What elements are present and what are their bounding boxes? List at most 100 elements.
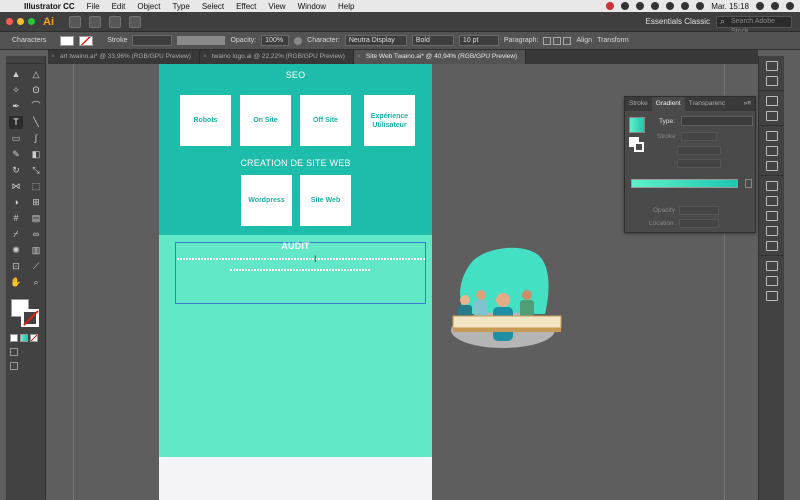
blend-tool-icon[interactable]: ∞ <box>29 228 43 241</box>
eraser-tool-icon[interactable]: ◧ <box>29 148 43 161</box>
links-icon[interactable] <box>765 291 778 301</box>
font-family-field[interactable]: Neutra Display <box>344 35 407 46</box>
opacity-label[interactable]: Opacity: <box>230 37 256 44</box>
artboards-icon[interactable] <box>765 276 778 286</box>
color-panel-icon[interactable] <box>765 61 778 71</box>
clock[interactable]: Mar. 15:18 <box>711 2 749 11</box>
meeting-illustration[interactable] <box>445 244 565 354</box>
character-label[interactable]: Character: <box>307 37 340 44</box>
stroke-swatch[interactable] <box>79 35 94 46</box>
stock-search-input[interactable]: Search Adobe Stock <box>716 15 792 35</box>
shape-builder-tool-icon[interactable]: ◑ <box>9 196 23 209</box>
stroke-weight-field[interactable] <box>132 35 173 46</box>
lasso-tool-icon[interactable]: ʘ <box>29 84 43 97</box>
width-tool-icon[interactable]: ⋈ <box>9 180 23 193</box>
artboard-tool-icon[interactable]: ⊡ <box>9 260 23 273</box>
swatches-icon[interactable] <box>765 131 778 141</box>
direct-selection-tool-icon[interactable]: △ <box>29 68 43 81</box>
libraries-icon[interactable] <box>765 111 778 121</box>
creative-cloud-icon[interactable] <box>621 2 630 10</box>
minimize-window-button[interactable] <box>17 18 24 25</box>
paintbrush-tool-icon[interactable]: ∫ <box>29 132 43 145</box>
gradient-panel-icon[interactable] <box>765 196 778 206</box>
web-card-site-web[interactable]: Site Web <box>300 175 351 226</box>
pen-tool-icon[interactable]: ✒ <box>9 100 23 113</box>
color-mode-icon[interactable] <box>10 334 18 342</box>
paragraph-label[interactable]: Paragraph: <box>504 37 539 44</box>
screen-mode-icon[interactable] <box>10 362 18 370</box>
recolor-artwork-icon[interactable] <box>294 36 303 45</box>
battery-icon[interactable] <box>681 2 690 10</box>
menu-window[interactable]: Window <box>292 2 332 11</box>
align-left-icon[interactable] <box>543 36 552 45</box>
panel-menu-icon[interactable]: »≡ <box>744 97 755 111</box>
document-tab[interactable]: × art twaino.ai* @ 33,96% (RGB/GPU Previ… <box>48 50 200 64</box>
panel-grip[interactable] <box>6 56 45 64</box>
properties-icon[interactable] <box>765 96 778 106</box>
fill-stroke-indicator[interactable] <box>9 299 43 331</box>
close-window-button[interactable] <box>6 18 13 25</box>
fill-stroke-icon[interactable] <box>629 137 645 153</box>
eyedropper-tool-icon[interactable]: ⌿ <box>9 228 23 241</box>
maximize-window-button[interactable] <box>28 18 35 25</box>
align-center-icon[interactable] <box>553 36 562 45</box>
font-size-field[interactable]: 10 pt <box>458 35 499 46</box>
symbol-sprayer-tool-icon[interactable]: ✺ <box>9 244 23 257</box>
type-tool-icon[interactable]: T <box>9 116 23 129</box>
shaper-tool-icon[interactable]: ✎ <box>9 148 23 161</box>
scale-tool-icon[interactable]: ⤡ <box>29 164 43 177</box>
color-guide-icon[interactable] <box>765 76 778 86</box>
tab-gradient[interactable]: Gradient <box>651 97 685 111</box>
stroke-swatch-icon[interactable] <box>21 309 39 327</box>
gradient-mode-icon[interactable] <box>20 334 28 342</box>
stock-icon[interactable] <box>89 15 101 28</box>
menu-file[interactable]: File <box>81 2 106 11</box>
seo-card-robots[interactable]: Robots <box>180 95 231 146</box>
font-style-field[interactable]: Bold <box>411 35 454 46</box>
transform-panel-link[interactable]: Transform <box>597 37 629 44</box>
gradient-type-select[interactable] <box>681 116 753 126</box>
document-tab[interactable]: × twaino logo.ai @ 22,22% (RGB/GPU Previ… <box>200 50 354 64</box>
stroke-label[interactable]: Stroke <box>107 37 127 44</box>
search-icon[interactable] <box>756 2 764 10</box>
opacity-field[interactable]: 100% <box>261 35 290 46</box>
flag-icon[interactable] <box>696 2 705 10</box>
draw-normal-icon[interactable] <box>10 348 18 356</box>
graphic-styles-icon[interactable] <box>765 241 778 251</box>
menu-edit[interactable]: Edit <box>106 2 132 11</box>
seo-card-on-site[interactable]: On Site <box>240 95 291 146</box>
opacity-field[interactable] <box>679 206 719 215</box>
bridge-icon[interactable] <box>69 15 81 28</box>
magic-wand-tool-icon[interactable]: ✧ <box>9 84 23 97</box>
gradient-slider[interactable] <box>631 179 738 188</box>
seo-card-off-site[interactable]: Off Site <box>300 95 351 146</box>
menu-type[interactable]: Type <box>166 2 195 11</box>
app-menu[interactable]: Illustrator CC <box>18 2 81 11</box>
volume-icon[interactable] <box>666 2 675 10</box>
free-transform-tool-icon[interactable]: ⬚ <box>29 180 43 193</box>
tab-stroke[interactable]: Stroke <box>625 97 652 111</box>
arrange-documents-icon[interactable] <box>109 15 121 28</box>
variable-width-profile[interactable] <box>177 36 226 45</box>
slice-tool-icon[interactable]: ⟋ <box>29 260 43 273</box>
menu-object[interactable]: Object <box>131 2 166 11</box>
none-mode-icon[interactable] <box>30 334 38 342</box>
menu-help[interactable]: Help <box>332 2 360 11</box>
perspective-grid-tool-icon[interactable]: ⊞ <box>29 196 43 209</box>
line-tool-icon[interactable]: ╲ <box>29 116 43 129</box>
gpu-performance-icon[interactable] <box>129 15 141 28</box>
appearance-panel-icon[interactable] <box>765 226 778 236</box>
seo-band[interactable] <box>159 64 432 235</box>
document-tab-active[interactable]: × Site Web Twaino.ai* @ 40,94% (RGB/GPU … <box>353 50 527 64</box>
brushes-icon[interactable] <box>765 146 778 156</box>
close-tab-icon[interactable]: × <box>357 50 361 64</box>
siri-icon[interactable] <box>771 2 779 10</box>
workspace-switcher[interactable]: Essentials Classic <box>646 17 710 26</box>
menu-effect[interactable]: Effect <box>230 2 262 11</box>
curvature-tool-icon[interactable]: ⌒ <box>29 100 43 113</box>
zoom-tool-icon[interactable]: ⌕ <box>29 276 43 289</box>
rectangle-tool-icon[interactable]: ▭ <box>9 132 23 145</box>
gradient-thumbnail[interactable] <box>629 117 645 133</box>
close-tab-icon[interactable]: × <box>51 50 55 64</box>
angle-field[interactable] <box>677 146 721 155</box>
